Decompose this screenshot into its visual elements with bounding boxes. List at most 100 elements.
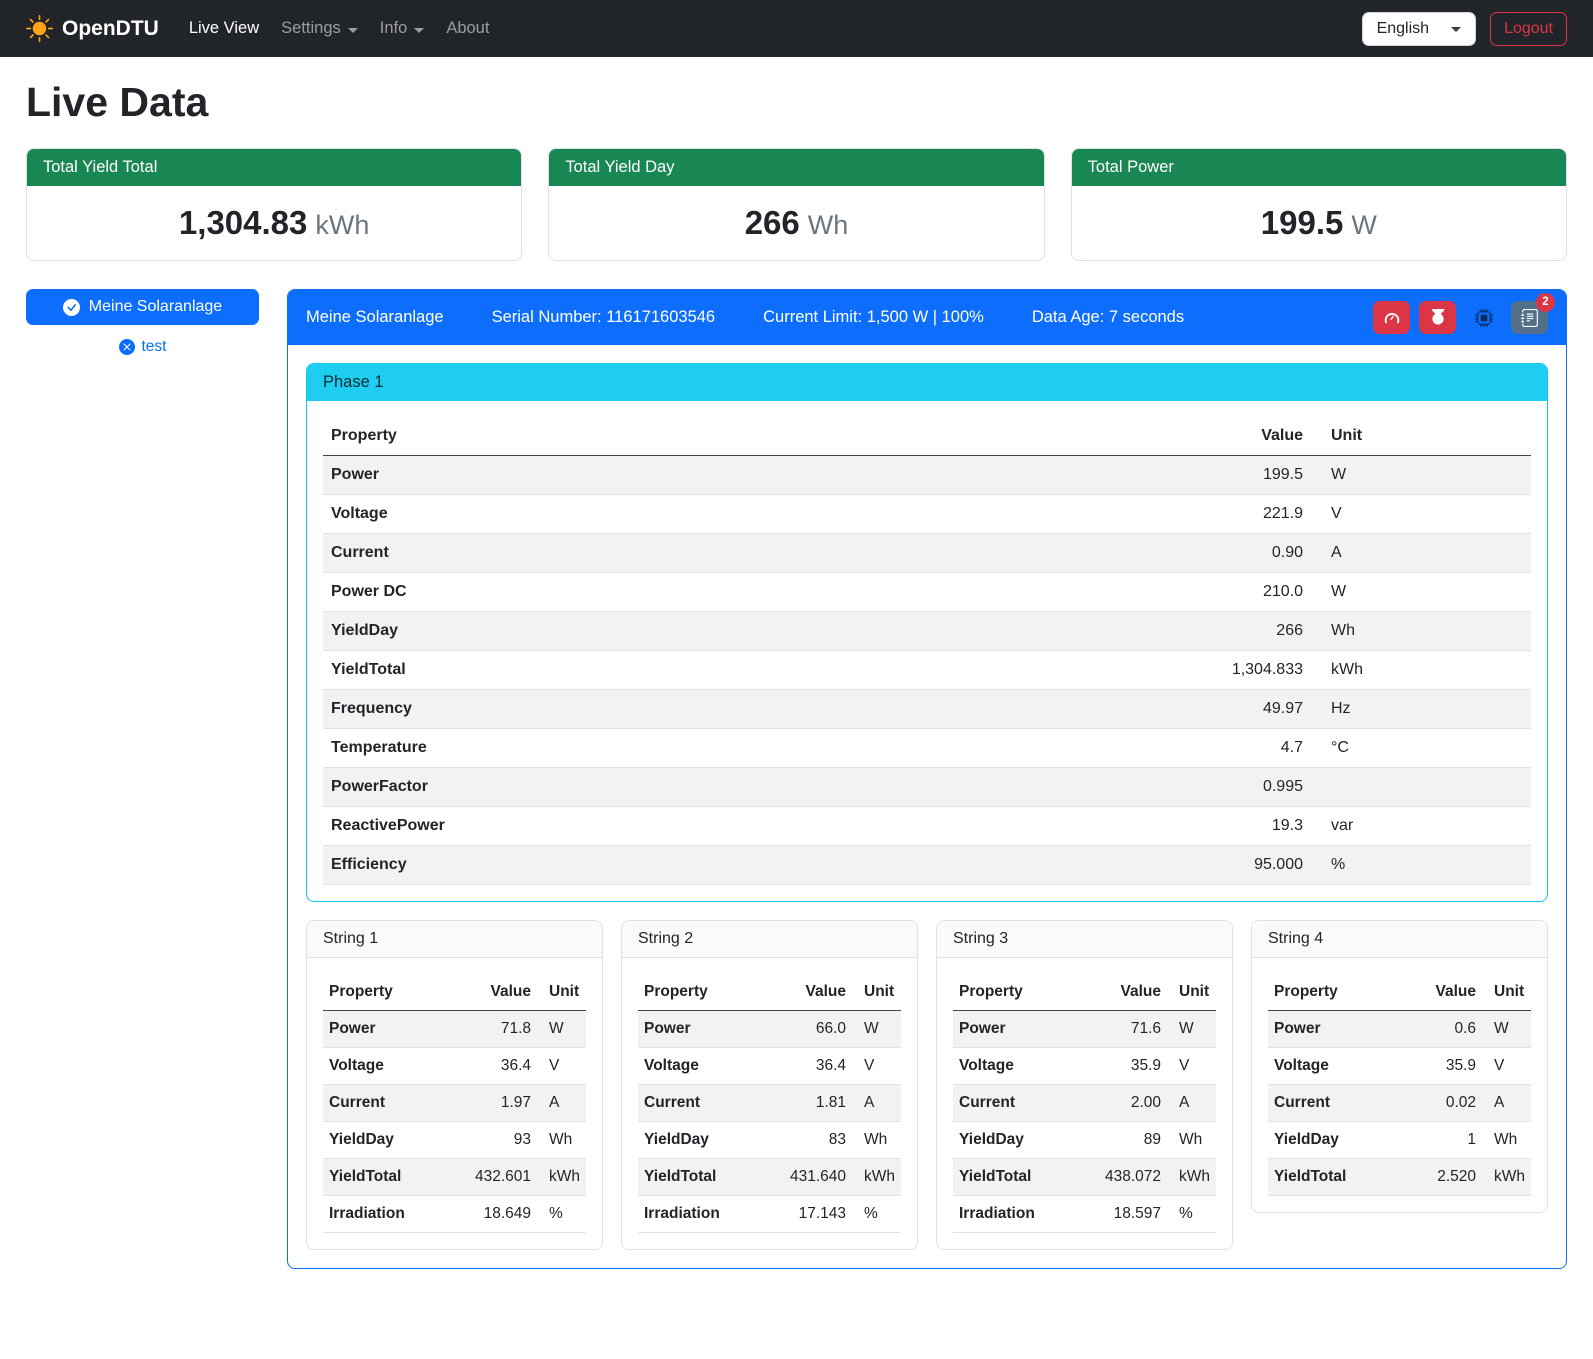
table-row: ReactivePower19.3var <box>323 807 1531 846</box>
value-cell: 18.597 <box>1091 1196 1167 1233</box>
string-3-title: String 3 <box>937 921 1232 958</box>
table-row: Power0.6W <box>1268 1011 1531 1048</box>
strings-row: String 1 Property Value Unit <box>306 920 1548 1250</box>
property-cell: YieldDay <box>953 1122 1091 1159</box>
column-unit: Unit <box>1311 417 1531 456</box>
value-cell: 66.0 <box>776 1011 852 1048</box>
table-row: YieldDay83Wh <box>638 1122 901 1159</box>
unit-cell: V <box>1482 1048 1531 1085</box>
language-select[interactable]: English <box>1362 12 1476 46</box>
limit-settings-button[interactable] <box>1373 301 1410 334</box>
device-info-button[interactable] <box>1465 301 1502 334</box>
property-cell: ReactivePower <box>323 807 1181 846</box>
table-header-row: Property Value Unit <box>323 974 586 1011</box>
value-cell: 210.0 <box>1181 573 1311 612</box>
property-cell: Voltage <box>323 495 1181 534</box>
total-yield-day-value: 266 <box>745 204 800 241</box>
nav-links: Live View Settings Info About <box>185 11 1362 46</box>
table-row: Power199.5W <box>323 456 1531 495</box>
total-power-card: Total Power 199.5W <box>1071 148 1567 261</box>
unit-cell: % <box>1311 846 1531 885</box>
table-row: Temperature4.7°C <box>323 729 1531 768</box>
unit-cell <box>1311 768 1531 807</box>
unit-cell: % <box>852 1196 901 1233</box>
column-property: Property <box>323 417 1181 456</box>
property-cell: YieldTotal <box>323 1159 461 1196</box>
total-yield-total-card: Total Yield Total 1,304.83kWh <box>26 148 522 261</box>
value-cell: 83 <box>776 1122 852 1159</box>
summary-cards-row: Total Yield Total 1,304.83kWh Total Yiel… <box>26 148 1567 261</box>
property-cell: Power <box>323 456 1181 495</box>
unit-cell: W <box>1311 573 1531 612</box>
nav-item-live-view[interactable]: Live View <box>185 11 263 46</box>
column-value: Value <box>1406 974 1482 1011</box>
string-4-card: String 4 Property Value Unit <box>1251 920 1548 1213</box>
value-cell: 1,304.833 <box>1181 651 1311 690</box>
property-cell: YieldTotal <box>638 1159 776 1196</box>
value-cell: 0.90 <box>1181 534 1311 573</box>
unit-cell: W <box>537 1011 586 1048</box>
unit-cell: V <box>1167 1048 1216 1085</box>
column-unit: Unit <box>852 974 901 1011</box>
unit-cell: Wh <box>852 1122 901 1159</box>
column-property: Property <box>638 974 776 1011</box>
table-header-row: Property Value Unit <box>953 974 1216 1011</box>
inverter-select-button[interactable]: Meine Solaranlage <box>26 289 259 325</box>
nav-item-settings[interactable]: Settings <box>277 11 362 46</box>
string-1-card: String 1 Property Value Unit <box>306 920 603 1250</box>
chevron-down-icon <box>1451 27 1461 32</box>
table-row: Irradiation18.597% <box>953 1196 1216 1233</box>
unit-cell: kWh <box>1311 651 1531 690</box>
nav-item-info-label: Info <box>380 19 408 38</box>
event-count-badge: 2 <box>1536 293 1555 312</box>
value-cell: 19.3 <box>1181 807 1311 846</box>
unit-cell: Wh <box>537 1122 586 1159</box>
value-cell: 438.072 <box>1091 1159 1167 1196</box>
table-row: Current1.97A <box>323 1085 586 1122</box>
total-power-value: 199.5 <box>1261 204 1344 241</box>
nav-item-about[interactable]: About <box>442 11 493 46</box>
table-row: Power71.8W <box>323 1011 586 1048</box>
property-cell: YieldTotal <box>953 1159 1091 1196</box>
inverter-panel: Meine Solaranlage Serial Number: 1161716… <box>287 289 1567 1269</box>
nav-item-info[interactable]: Info <box>376 11 429 46</box>
brand-label: OpenDTU <box>62 17 159 41</box>
property-cell: Voltage <box>323 1048 461 1085</box>
value-cell: 221.9 <box>1181 495 1311 534</box>
table-row: Voltage35.9V <box>1268 1048 1531 1085</box>
table-row: Voltage36.4V <box>323 1048 586 1085</box>
panel-actions: 2 <box>1373 301 1548 334</box>
string-3-card: String 3 Property Value Unit <box>936 920 1233 1250</box>
value-cell: 71.8 <box>461 1011 537 1048</box>
unit-cell: W <box>1482 1011 1531 1048</box>
power-toggle-button[interactable] <box>1419 301 1456 334</box>
value-cell: 95.000 <box>1181 846 1311 885</box>
column-property: Property <box>1268 974 1406 1011</box>
unit-cell: Wh <box>1311 612 1531 651</box>
property-cell: Current <box>1268 1085 1406 1122</box>
language-select-value: English <box>1377 20 1429 38</box>
table-row: PowerFactor0.995 <box>323 768 1531 807</box>
column-value: Value <box>1091 974 1167 1011</box>
logout-button[interactable]: Logout <box>1490 12 1567 46</box>
table-header-row: Property Value Unit <box>323 417 1531 456</box>
table-row: Voltage221.9V <box>323 495 1531 534</box>
property-cell: Power DC <box>323 573 1181 612</box>
unit-cell: Hz <box>1311 690 1531 729</box>
brand-link[interactable]: OpenDTU <box>26 15 159 42</box>
phase-card: Phase 1 Property Value Unit Power199.5WV… <box>306 363 1548 902</box>
table-row: YieldDay93Wh <box>323 1122 586 1159</box>
table-row: Frequency49.97Hz <box>323 690 1531 729</box>
table-row: YieldTotal431.640kWh <box>638 1159 901 1196</box>
value-cell: 89 <box>1091 1122 1167 1159</box>
column-value: Value <box>776 974 852 1011</box>
event-log-button[interactable]: 2 <box>1511 301 1548 334</box>
total-yield-total-title: Total Yield Total <box>27 149 521 186</box>
table-row: Current0.02A <box>1268 1085 1531 1122</box>
inverter-item-test[interactable]: test <box>26 338 259 356</box>
unit-cell: V <box>852 1048 901 1085</box>
total-yield-total-unit: kWh <box>315 210 369 240</box>
property-cell: Voltage <box>953 1048 1091 1085</box>
value-cell: 2.520 <box>1406 1159 1482 1196</box>
value-cell: 1 <box>1406 1122 1482 1159</box>
